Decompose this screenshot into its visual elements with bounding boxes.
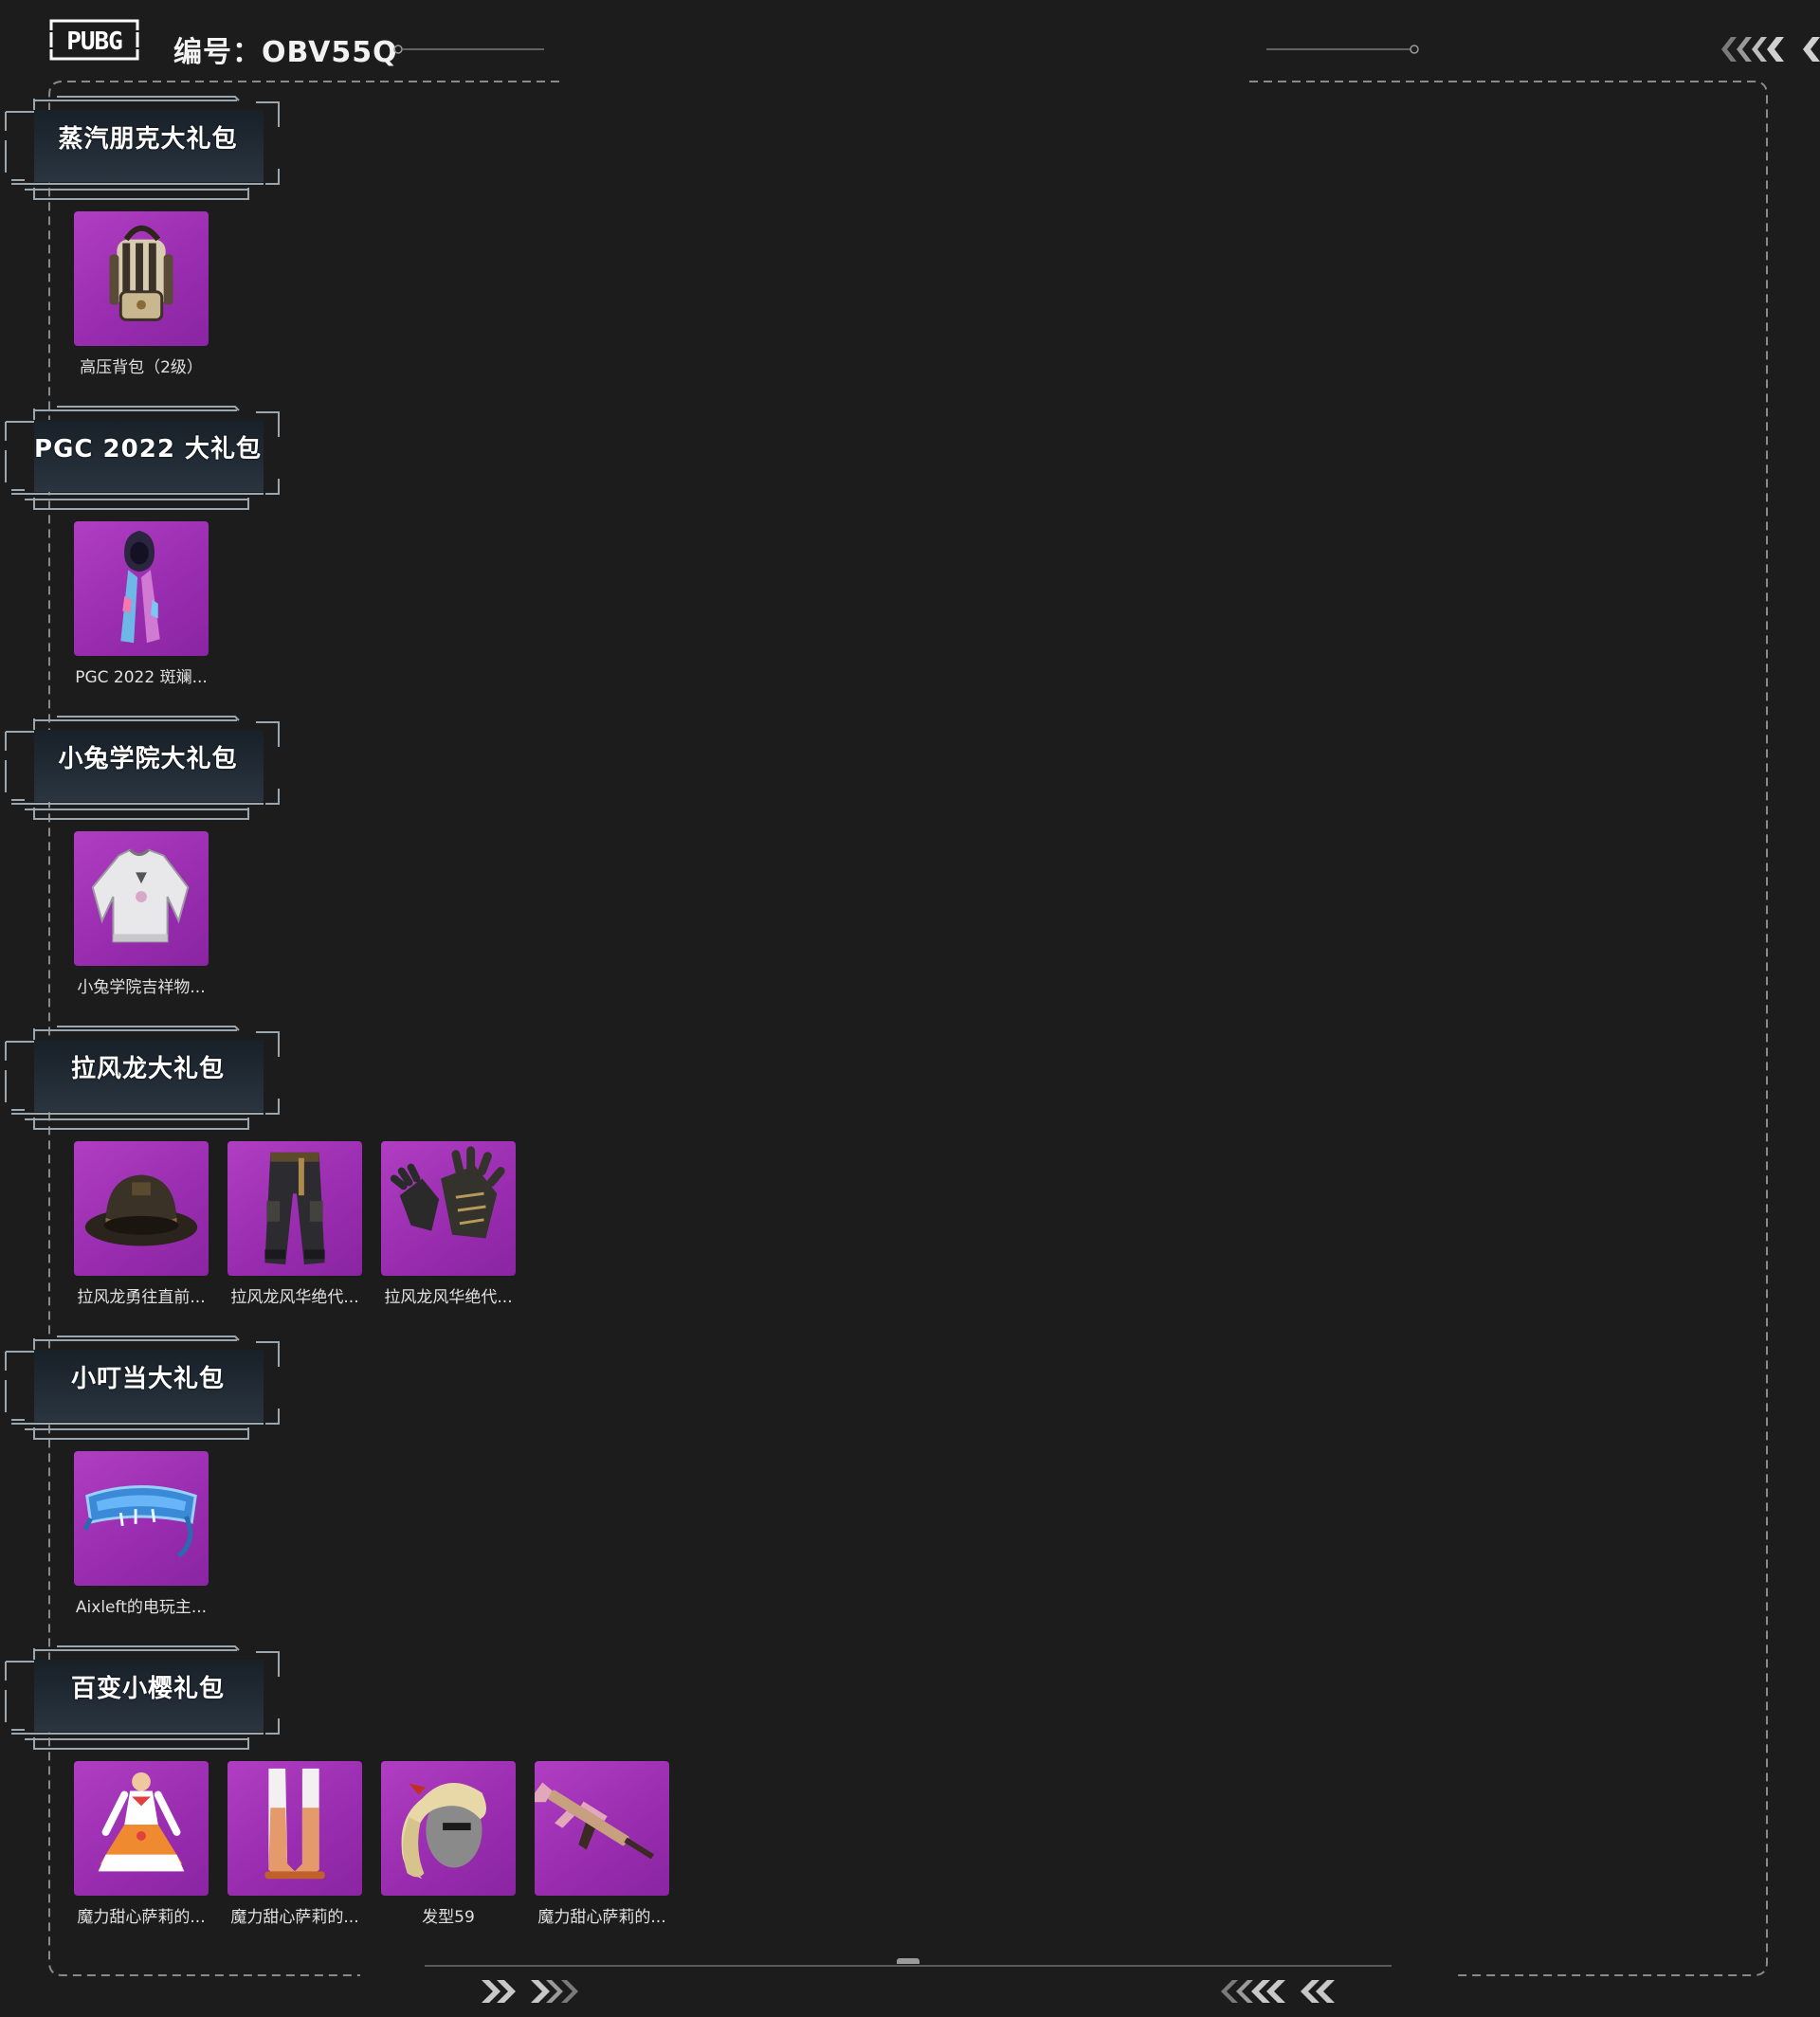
gift-pack-section: 百变小樱礼包 魔力甜心萨莉的... 魔力甜心萨莉的... 发型59 魔力甜心萨莉… — [0, 1643, 720, 1953]
chevrons-right-icon — [482, 1980, 578, 2003]
item-card[interactable]: 魔力甜心萨莉的... — [535, 1761, 669, 1941]
gift-pack-banner: 百变小樱礼包 — [0, 1643, 284, 1756]
bucket-hat-icon — [74, 1141, 209, 1276]
header: PUBG 编号：OBV55Q — [0, 0, 1820, 95]
item-name: 拉风龙风华绝代... — [384, 1288, 513, 1307]
gift-pack-title: 小兔学院大礼包 — [58, 745, 238, 773]
item-card[interactable]: 魔力甜心萨莉的... — [228, 1761, 362, 1941]
item-name: Aixleft的电玩主... — [75, 1598, 208, 1617]
gift-pack-section: 拉风龙大礼包 拉风龙勇往直前... 拉风龙风华绝代... 拉风龙风华绝代... — [0, 1023, 720, 1333]
gift-pack-banner: 拉风龙大礼包 — [0, 1023, 284, 1136]
backpack-icon — [74, 211, 209, 346]
pants-icon — [228, 1141, 362, 1276]
footer-handle — [897, 1958, 919, 1964]
item-name: 魔力甜心萨莉的... — [537, 1908, 666, 1927]
mask-scarf-icon — [74, 521, 209, 656]
item-card[interactable]: Aixleft的电玩主... — [74, 1451, 209, 1631]
item-card[interactable]: 发型59 — [381, 1761, 516, 1941]
gift-pack-banner: PGC 2022 大礼包 — [0, 403, 284, 517]
gift-pack-title: 拉风龙大礼包 — [70, 1055, 225, 1083]
gift-pack-section: 小兔学院大礼包 小兔学院吉祥物... — [0, 713, 720, 1023]
gift-pack-section: 小叮当大礼包 Aixleft的电玩主... — [0, 1333, 720, 1643]
visor-glasses-icon — [74, 1451, 209, 1586]
item-name: 拉风龙勇往直前... — [77, 1288, 206, 1307]
item-card[interactable]: 拉风龙勇往直前... — [74, 1141, 209, 1321]
sweater-icon — [74, 831, 209, 966]
item-name: 魔力甜心萨莉的... — [230, 1908, 359, 1927]
item-name: 发型59 — [422, 1908, 475, 1927]
item-card[interactable]: 拉风龙风华绝代... — [381, 1141, 516, 1321]
pubg-logo: PUBG — [49, 19, 139, 61]
gift-pack-title: 蒸汽朋克大礼包 — [58, 125, 238, 154]
gift-pack-title: PGC 2022 大礼包 — [34, 435, 262, 463]
item-card[interactable]: PGC 2022 斑斓... — [74, 521, 209, 701]
item-card[interactable]: 拉风龙风华绝代... — [228, 1141, 362, 1321]
hairstyle-icon — [381, 1761, 516, 1896]
footer-divider — [425, 1965, 1392, 1967]
item-name: 高压背包（2级） — [80, 358, 203, 377]
item-name: 魔力甜心萨莉的... — [77, 1908, 206, 1927]
rifle-icon — [535, 1761, 669, 1896]
item-card[interactable]: 高压背包（2级） — [74, 211, 209, 391]
dress-icon — [74, 1761, 209, 1896]
item-name: 拉风龙风华绝代... — [230, 1288, 359, 1307]
gift-pack-title: 小叮当大礼包 — [70, 1365, 225, 1393]
item-card[interactable]: 魔力甜心萨莉的... — [74, 1761, 209, 1941]
gloves-icon — [381, 1141, 516, 1276]
item-name: PGC 2022 斑斓... — [75, 668, 208, 687]
chevrons-left-icon — [1221, 1980, 1335, 2003]
boots-icon — [228, 1761, 362, 1896]
account-code: 编号：OBV55Q — [173, 36, 398, 69]
svg-text:PUBG: PUBG — [66, 27, 122, 56]
gift-pack-section: 蒸汽朋克大礼包 高压背包（2级） — [0, 93, 720, 403]
item-name: 小兔学院吉祥物... — [77, 978, 206, 997]
header-divider-right — [1266, 45, 1419, 54]
gift-pack-section: PGC 2022 大礼包 PGC 2022 斑斓... — [0, 403, 720, 713]
gift-pack-banner: 小叮当大礼包 — [0, 1333, 284, 1446]
header-divider-left — [393, 45, 544, 54]
gift-pack-banner: 小兔学院大礼包 — [0, 713, 284, 827]
chevrons-left-icon — [1721, 37, 1820, 62]
item-card[interactable]: 小兔学院吉祥物... — [74, 831, 209, 1011]
gift-pack-banner: 蒸汽朋克大礼包 — [0, 93, 284, 207]
gift-pack-title: 百变小樱礼包 — [70, 1675, 225, 1703]
